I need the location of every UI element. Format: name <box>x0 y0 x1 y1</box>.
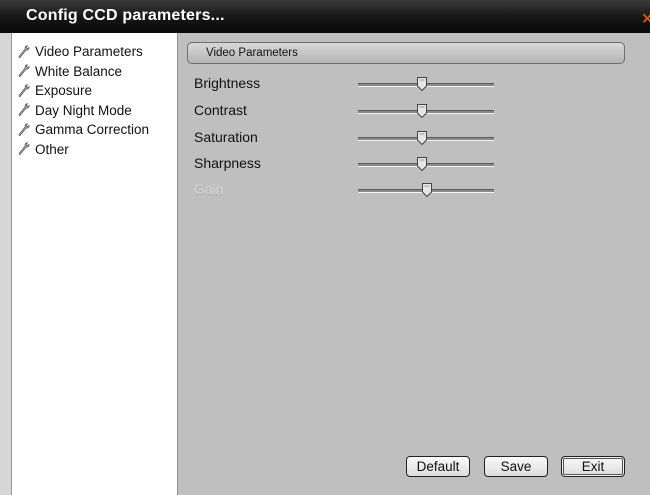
section-header: Video Parameters <box>187 42 625 64</box>
sidebar-item-exposure[interactable]: Exposure <box>12 81 177 101</box>
wrench-icon <box>18 64 30 78</box>
sidebar-item-label: Exposure <box>35 83 93 99</box>
config-ccd-window: Config CCD parameters... × Video Paramet… <box>0 0 650 495</box>
sidebar-item-label: Gamma Correction <box>35 122 150 138</box>
sidebar-item-other[interactable]: Other <box>12 140 177 160</box>
brightness-label: Brightness <box>194 75 261 91</box>
contrast-slider[interactable] <box>358 104 494 118</box>
sidebar-item-white-balance[interactable]: White Balance <box>12 62 177 82</box>
gain-slider-thumb[interactable] <box>422 183 433 197</box>
default-button[interactable]: Default <box>406 456 470 477</box>
sharpness-row: Sharpness <box>194 152 624 176</box>
gain-row: Gain <box>194 178 624 202</box>
saturation-row: Saturation <box>194 126 624 150</box>
sharpness-slider[interactable] <box>358 157 494 171</box>
close-icon[interactable]: × <box>641 11 650 25</box>
saturation-label: Saturation <box>194 129 258 145</box>
sidebar-item-label: White Balance <box>35 63 123 79</box>
title-bar[interactable]: Config CCD parameters... × <box>0 0 650 33</box>
sharpness-slider-thumb[interactable] <box>416 157 427 171</box>
wrench-icon <box>18 45 30 58</box>
save-button[interactable]: Save <box>484 456 548 477</box>
sidebar-item-label: Other <box>35 141 69 157</box>
sidebar-item-label: Video Parameters <box>35 44 143 60</box>
contrast-label: Contrast <box>194 102 247 118</box>
contrast-slider-thumb[interactable] <box>416 104 427 118</box>
wrench-icon <box>18 123 30 136</box>
wrench-icon <box>18 84 30 97</box>
sidebar-item-day-night-mode[interactable]: Day Night Mode <box>12 101 177 121</box>
category-list: Video Parameters White Balance Exposure … <box>12 33 178 495</box>
sidebar-item-video-parameters[interactable]: Video Parameters <box>12 42 177 62</box>
window-title: Config CCD parameters... <box>26 7 225 24</box>
saturation-slider-thumb[interactable] <box>416 131 427 145</box>
gain-label: Gain <box>194 181 224 197</box>
brightness-slider[interactable] <box>358 77 494 91</box>
sidebar-item-label: Day Night Mode <box>35 102 132 118</box>
brightness-row: Brightness <box>194 72 624 96</box>
sharpness-label: Sharpness <box>194 155 261 171</box>
exit-button[interactable]: Exit <box>561 456 625 477</box>
saturation-slider[interactable] <box>358 131 494 145</box>
settings-panel: Video Parameters Brightness Contrast Sat… <box>178 33 650 495</box>
wrench-icon <box>18 142 30 156</box>
contrast-row: Contrast <box>194 99 624 123</box>
sidebar-item-gamma-correction[interactable]: Gamma Correction <box>12 120 177 140</box>
wrench-icon <box>18 103 30 117</box>
gain-slider[interactable] <box>358 183 494 197</box>
brightness-slider-thumb[interactable] <box>416 77 427 91</box>
window-left-frame <box>0 33 12 495</box>
